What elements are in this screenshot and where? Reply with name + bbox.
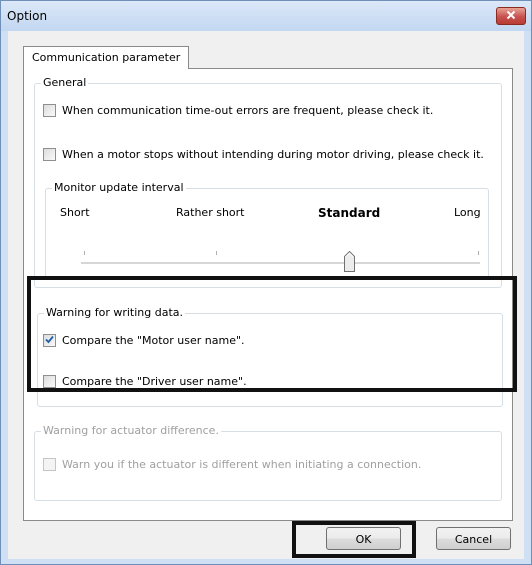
tab-communication-parameter[interactable]: Communication parameter [23, 46, 190, 69]
dialog-client-area: Communication parameter General When com… [8, 31, 524, 559]
slider-tick [478, 251, 479, 255]
checkbox-label: When communication time-out errors are f… [62, 104, 434, 117]
level-long-label: Long [454, 206, 481, 219]
ok-button[interactable]: OK [326, 527, 401, 550]
level-rather-short-label: Rather short [176, 206, 245, 219]
writing-data-highlight-box [27, 276, 517, 392]
close-button[interactable] [496, 7, 526, 25]
cancel-button[interactable]: Cancel [436, 527, 511, 550]
close-icon [506, 10, 516, 23]
motor-stops-checkbox[interactable]: When a motor stops without intending dur… [43, 148, 484, 161]
actuator-difference-group-label: Warning for actuator difference. [41, 424, 221, 437]
checkbox-box[interactable] [43, 104, 56, 117]
general-group: General When communication time-out erro… [34, 76, 502, 288]
checkbox-box-disabled [43, 458, 56, 471]
monitor-update-group: Monitor update interval Short Rather sho… [45, 181, 489, 280]
slider-tick [216, 251, 217, 255]
level-standard-label: Standard [318, 206, 381, 220]
slider-tick [84, 251, 85, 255]
interval-slider-thumb[interactable] [344, 250, 355, 275]
general-group-label: General [41, 76, 89, 89]
checkbox-label: Warn you if the actuator is different wh… [62, 458, 422, 471]
warn-actuator-checkbox: Warn you if the actuator is different wh… [43, 458, 421, 471]
checkbox-label: When a motor stops without intending dur… [62, 148, 484, 161]
interval-slider-track[interactable] [81, 262, 480, 265]
level-short-label: Short [60, 206, 90, 219]
monitor-update-label: Monitor update interval [52, 181, 186, 194]
timeout-errors-checkbox[interactable]: When communication time-out errors are f… [43, 104, 433, 117]
checkbox-box[interactable] [43, 148, 56, 161]
option-dialog: Option Communication parameter General W… [0, 0, 532, 565]
window-title: Option [7, 9, 48, 23]
actuator-difference-group: Warning for actuator difference. Warn yo… [34, 424, 502, 501]
title-bar[interactable]: Option [1, 1, 531, 31]
